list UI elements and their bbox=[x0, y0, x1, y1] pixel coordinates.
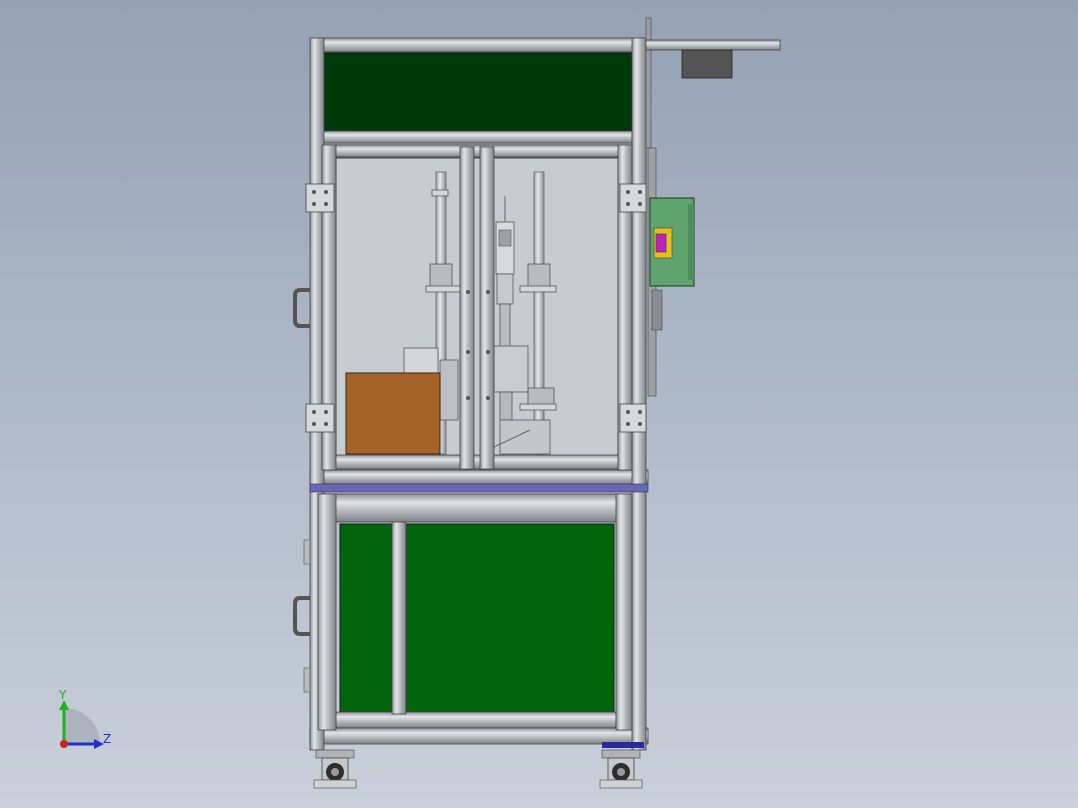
lower-left-green-panel[interactable] bbox=[339, 523, 393, 713]
assembly-view bbox=[59, 17, 781, 789]
z-axis-label: Z bbox=[103, 732, 112, 746]
connector[interactable] bbox=[655, 233, 667, 253]
coordinate-triad bbox=[59, 700, 104, 749]
caster-left[interactable] bbox=[313, 749, 357, 789]
cad-viewport[interactable]: Y Z bbox=[0, 0, 1078, 808]
lower-right-green-panel[interactable] bbox=[405, 523, 615, 713]
caster-right[interactable] bbox=[599, 749, 643, 789]
motor-block[interactable] bbox=[681, 49, 733, 79]
y-axis-label: Y bbox=[59, 688, 67, 702]
brown-box[interactable] bbox=[345, 372, 441, 455]
top-extension-arm[interactable] bbox=[645, 17, 781, 149]
door-handles[interactable] bbox=[293, 288, 311, 693]
upper-green-panel[interactable] bbox=[323, 52, 633, 132]
